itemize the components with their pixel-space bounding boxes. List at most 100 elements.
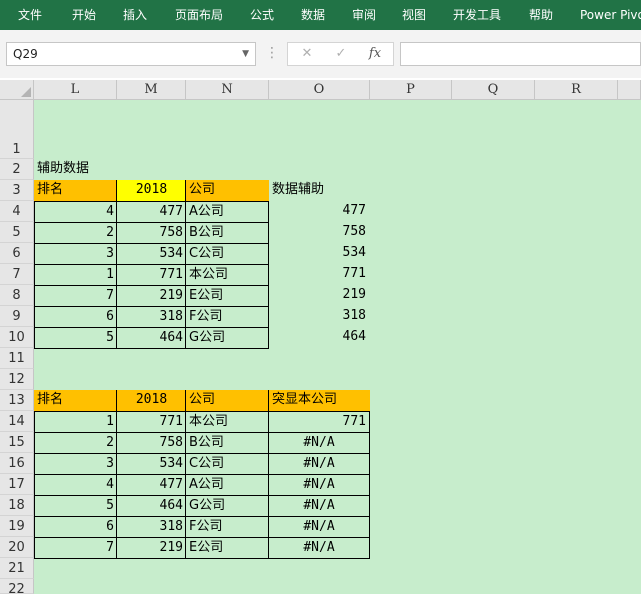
table1-row1-helper[interactable]: 477 <box>269 201 369 222</box>
table2-row6-rank[interactable]: 6 <box>34 516 117 537</box>
table2-row2-highlight[interactable]: #N/A <box>268 432 370 453</box>
row-header-21[interactable]: 21 <box>0 558 34 579</box>
table1-row2-value[interactable]: 758 <box>116 222 186 243</box>
table2-row3-company[interactable]: C公司 <box>185 453 269 474</box>
tab-help[interactable]: 帮助 <box>529 0 553 30</box>
table1-row3-helper[interactable]: 534 <box>269 243 369 264</box>
row-header-6[interactable]: 6 <box>0 243 34 264</box>
row-header-18[interactable]: 18 <box>0 495 34 516</box>
table1-row5-helper[interactable]: 219 <box>269 285 369 306</box>
column-header-r[interactable]: R <box>535 80 618 100</box>
row-header-11[interactable]: 11 <box>0 348 34 369</box>
table1-row3-company[interactable]: C公司 <box>185 243 269 264</box>
table1-header-rank[interactable]: 排名 <box>34 180 117 201</box>
table1-header-helper[interactable]: 数据辅助 <box>269 180 369 201</box>
table2-row4-value[interactable]: 477 <box>116 474 186 495</box>
table2-row7-company[interactable]: E公司 <box>185 537 269 559</box>
chevron-down-icon[interactable]: ▼ <box>242 43 249 65</box>
row-header-3[interactable]: 3 <box>0 180 34 201</box>
table2-row1-highlight[interactable]: 771 <box>268 411 370 432</box>
column-header-n[interactable]: N <box>186 80 269 100</box>
table1-row6-rank[interactable]: 6 <box>34 306 117 327</box>
row-header-14[interactable]: 14 <box>0 411 34 432</box>
table1-row7-rank[interactable]: 5 <box>34 327 117 349</box>
table2-row4-rank[interactable]: 4 <box>34 474 117 495</box>
table2-header-highlight[interactable]: 突显本公司 <box>268 390 370 411</box>
table1-row1-value[interactable]: 477 <box>116 201 186 222</box>
table2-row4-company[interactable]: A公司 <box>185 474 269 495</box>
table1-row5-company[interactable]: E公司 <box>185 285 269 306</box>
table2-header-rank[interactable]: 排名 <box>34 390 117 411</box>
tab-view[interactable]: 视图 <box>402 0 426 30</box>
table2-row7-rank[interactable]: 7 <box>34 537 117 559</box>
table2-row4-highlight[interactable]: #N/A <box>268 474 370 495</box>
table1-row7-helper[interactable]: 464 <box>269 327 369 348</box>
row-header-10[interactable]: 10 <box>0 327 34 348</box>
table2-row1-company[interactable]: 本公司 <box>185 411 269 432</box>
table2-row2-company[interactable]: B公司 <box>185 432 269 453</box>
table1-row4-company[interactable]: 本公司 <box>185 264 269 285</box>
table1-row4-helper[interactable]: 771 <box>269 264 369 285</box>
cancel-icon[interactable]: ✕ <box>292 43 322 65</box>
tab-data[interactable]: 数据 <box>301 0 325 30</box>
table2-row2-rank[interactable]: 2 <box>34 432 117 453</box>
table1-row2-company[interactable]: B公司 <box>185 222 269 243</box>
row-header-9[interactable]: 9 <box>0 306 34 327</box>
table1-row5-value[interactable]: 219 <box>116 285 186 306</box>
insert-function-button[interactable]: fx <box>360 43 390 65</box>
table1-row6-company[interactable]: F公司 <box>185 306 269 327</box>
row-header-4[interactable]: 4 <box>0 201 34 222</box>
table1-row5-rank[interactable]: 7 <box>34 285 117 306</box>
table2-row5-value[interactable]: 464 <box>116 495 186 516</box>
table1-row6-value[interactable]: 318 <box>116 306 186 327</box>
row-header-16[interactable]: 16 <box>0 453 34 474</box>
tab-page-layout[interactable]: 页面布局 <box>175 0 223 30</box>
row-header-20[interactable]: 20 <box>0 537 34 558</box>
tab-developer[interactable]: 开发工具 <box>453 0 501 30</box>
table2-row7-highlight[interactable]: #N/A <box>268 537 370 559</box>
table2-header-2018[interactable]: 2018 <box>116 390 186 411</box>
row-header-7[interactable]: 7 <box>0 264 34 285</box>
row-header-12[interactable]: 12 <box>0 369 34 390</box>
row-header-8[interactable]: 8 <box>0 285 34 306</box>
tab-home[interactable]: 开始 <box>72 0 96 30</box>
table2-row2-value[interactable]: 758 <box>116 432 186 453</box>
table1-header-2018[interactable]: 2018 <box>116 180 186 201</box>
tab-formulas[interactable]: 公式 <box>250 0 274 30</box>
table2-row6-value[interactable]: 318 <box>116 516 186 537</box>
table2-row5-highlight[interactable]: #N/A <box>268 495 370 516</box>
table2-row1-value[interactable]: 771 <box>116 411 186 432</box>
table2-row3-rank[interactable]: 3 <box>34 453 117 474</box>
tab-file[interactable]: 文件 <box>18 0 42 30</box>
column-header-m[interactable]: M <box>117 80 186 100</box>
table1-row3-value[interactable]: 534 <box>116 243 186 264</box>
table2-row1-rank[interactable]: 1 <box>34 411 117 432</box>
row-header-13[interactable]: 13 <box>0 390 34 411</box>
column-header-q[interactable]: Q <box>452 80 535 100</box>
table1-row7-company[interactable]: G公司 <box>185 327 269 349</box>
row-header-19[interactable]: 19 <box>0 516 34 537</box>
row-header-5[interactable]: 5 <box>0 222 34 243</box>
row-header-2[interactable]: 2 <box>0 159 34 180</box>
table1-header-company[interactable]: 公司 <box>185 180 269 201</box>
name-box[interactable]: Q29 ▼ <box>6 42 256 66</box>
table1-row4-rank[interactable]: 1 <box>34 264 117 285</box>
tab-insert[interactable]: 插入 <box>123 0 147 30</box>
table1-row4-value[interactable]: 771 <box>116 264 186 285</box>
column-header-next[interactable] <box>618 80 641 100</box>
worksheet-grid[interactable]: L M N O P Q R 1 2 3 4 5 6 7 8 9 10 11 12… <box>0 80 641 594</box>
table2-row6-highlight[interactable]: #N/A <box>268 516 370 537</box>
select-all-button[interactable] <box>0 80 34 100</box>
table1-row7-value[interactable]: 464 <box>116 327 186 349</box>
table2-row3-value[interactable]: 534 <box>116 453 186 474</box>
tab-review[interactable]: 审阅 <box>352 0 376 30</box>
splitter-handle-icon[interactable]: ⋮ <box>265 42 279 66</box>
table2-row6-company[interactable]: F公司 <box>185 516 269 537</box>
table2-row7-value[interactable]: 219 <box>116 537 186 559</box>
row-header-22[interactable]: 22 <box>0 579 34 594</box>
table1-caption[interactable]: 辅助数据 <box>34 159 184 180</box>
table1-row2-helper[interactable]: 758 <box>269 222 369 243</box>
table1-row1-company[interactable]: A公司 <box>185 201 269 222</box>
table1-row2-rank[interactable]: 2 <box>34 222 117 243</box>
table1-row1-rank[interactable]: 4 <box>34 201 117 222</box>
